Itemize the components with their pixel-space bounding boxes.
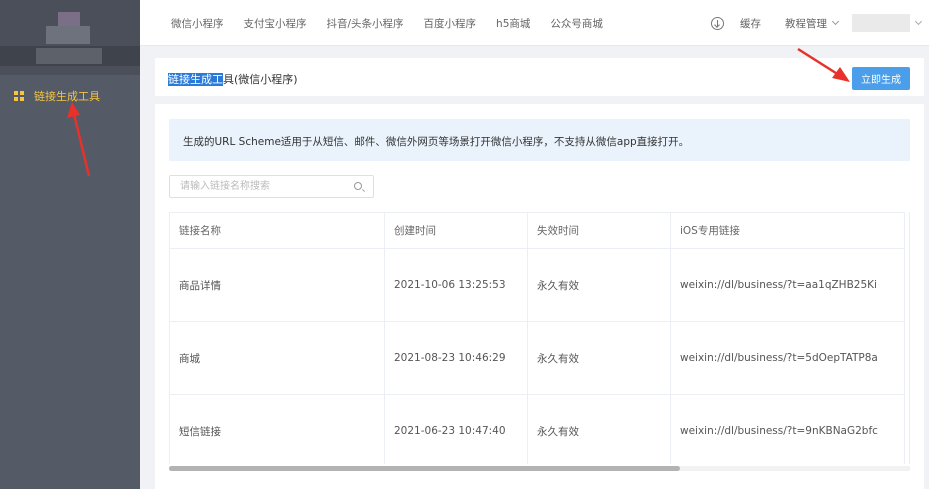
cell-name: 商城 bbox=[169, 321, 385, 395]
nav-wechat-miniprogram[interactable]: 微信小程序 bbox=[171, 16, 224, 31]
notice-banner: 生成的URL Scheme适用于从短信、邮件、微信外网页等场景打开微信小程序，不… bbox=[169, 119, 910, 161]
cell-expires: 永久有效 bbox=[527, 321, 671, 395]
page-title: 链接生成工具(微信小程序) bbox=[168, 71, 298, 87]
horizontal-scrollbar[interactable] bbox=[169, 466, 910, 471]
links-table: 链接名称 创建时间 失效时间 iOS专用链接 商品详情 2021-10-06 1… bbox=[169, 212, 905, 464]
scrollbar-thumb[interactable] bbox=[169, 466, 680, 471]
nav-h5-mall[interactable]: h5商城 bbox=[496, 16, 530, 31]
col-header-ios-link[interactable]: iOS专用链接 bbox=[670, 212, 905, 249]
cell-name: 短信链接 bbox=[169, 394, 385, 464]
links-table-wrapper: 链接名称 创建时间 失效时间 iOS专用链接 商品详情 2021-10-06 1… bbox=[169, 212, 910, 464]
nav-baidu-miniprogram[interactable]: 百度小程序 bbox=[424, 16, 477, 31]
top-nav: 微信小程序 支付宝小程序 抖音/头条小程序 百度小程序 h5商城 公众号商城 bbox=[171, 0, 623, 46]
table-row: 商城 2021-08-23 10:46:29 永久有效 weixin://dl/… bbox=[169, 321, 905, 395]
chevron-down-icon bbox=[831, 17, 840, 25]
user-avatar[interactable] bbox=[852, 14, 910, 32]
cell-ios-link[interactable]: weixin://dl/business/?t=9nKBNaG2bfc bbox=[670, 394, 905, 464]
page-title-rest: 具(微信小程序) bbox=[223, 73, 298, 86]
logo bbox=[0, 0, 140, 75]
cell-ios-link[interactable]: weixin://dl/business/?t=5dOepTATP8a bbox=[670, 321, 905, 395]
sidebar-item-label: 链接生成工具 bbox=[34, 90, 100, 103]
download-icon[interactable] bbox=[711, 16, 724, 30]
tutorial-menu-label: 教程管理 bbox=[785, 17, 827, 30]
cell-expires: 永久有效 bbox=[527, 394, 671, 464]
col-header-created[interactable]: 创建时间 bbox=[384, 212, 528, 249]
table-row: 商品详情 2021-10-06 13:25:53 永久有效 weixin://d… bbox=[169, 248, 905, 322]
top-bar: 微信小程序 支付宝小程序 抖音/头条小程序 百度小程序 h5商城 公众号商城 缓… bbox=[140, 0, 929, 46]
title-panel: 链接生成工具(微信小程序) 立即生成 bbox=[155, 58, 924, 96]
cell-created: 2021-10-06 13:25:53 bbox=[384, 248, 528, 322]
search-box bbox=[169, 175, 374, 198]
tutorial-menu[interactable]: 教程管理 bbox=[785, 16, 840, 31]
grid-icon bbox=[14, 91, 24, 101]
cell-ios-link[interactable]: weixin://dl/business/?t=aa1qZHB25Ki bbox=[670, 248, 905, 322]
chevron-down-icon[interactable] bbox=[914, 17, 923, 25]
cache-link[interactable]: 缓存 bbox=[740, 16, 761, 31]
top-right: 缓存 教程管理 bbox=[711, 0, 929, 46]
cell-expires: 永久有效 bbox=[527, 248, 671, 322]
sidebar-item-link-generator[interactable]: 链接生成工具 bbox=[0, 84, 140, 108]
col-header-name[interactable]: 链接名称 bbox=[169, 212, 385, 249]
cell-created: 2021-06-23 10:47:40 bbox=[384, 394, 528, 464]
search-icon[interactable] bbox=[354, 182, 362, 190]
table-row: 短信链接 2021-06-23 10:47:40 永久有效 weixin://d… bbox=[169, 394, 905, 464]
search-input[interactable] bbox=[180, 176, 350, 197]
sidebar: 链接生成工具 bbox=[0, 0, 140, 489]
nav-alipay-miniprogram[interactable]: 支付宝小程序 bbox=[244, 16, 307, 31]
nav-official-account-mall[interactable]: 公众号商城 bbox=[550, 16, 603, 31]
table-header-row: 链接名称 创建时间 失效时间 iOS专用链接 bbox=[169, 212, 905, 249]
main-panel: 生成的URL Scheme适用于从短信、邮件、微信外网页等场景打开微信小程序，不… bbox=[155, 104, 924, 489]
col-header-expires[interactable]: 失效时间 bbox=[527, 212, 671, 249]
generate-now-button[interactable]: 立即生成 bbox=[852, 67, 910, 90]
nav-douyin-miniprogram[interactable]: 抖音/头条小程序 bbox=[327, 16, 404, 31]
cell-name: 商品详情 bbox=[169, 248, 385, 322]
cell-created: 2021-08-23 10:46:29 bbox=[384, 321, 528, 395]
notice-text: 生成的URL Scheme适用于从短信、邮件、微信外网页等场景打开微信小程序，不… bbox=[183, 136, 690, 148]
page-title-selected: 链接生成工 bbox=[168, 73, 223, 86]
